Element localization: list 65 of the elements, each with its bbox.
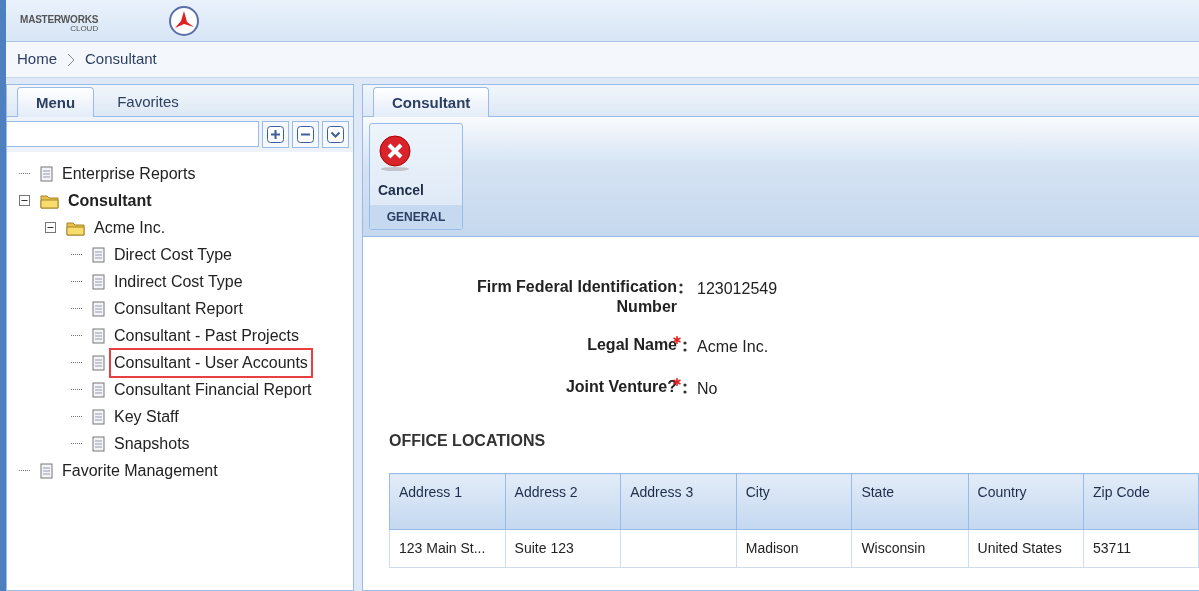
tab[interactable]: Consultant bbox=[373, 86, 490, 117]
document-icon bbox=[40, 462, 53, 479]
tree-item[interactable]: Key Staff bbox=[111, 403, 182, 430]
section-title: OFFICE LOCATIONS bbox=[389, 431, 547, 451]
ribbon-group-label: GENERAL bbox=[370, 205, 462, 229]
colon-icon bbox=[679, 281, 683, 294]
document-icon bbox=[92, 273, 105, 290]
document-icon bbox=[92, 354, 105, 371]
expand-all-button[interactable] bbox=[262, 121, 289, 148]
table-cell: Wisconsin bbox=[861, 540, 926, 556]
collapse-all-button[interactable] bbox=[292, 121, 319, 148]
document-icon bbox=[40, 165, 53, 182]
tree-item[interactable]: Consultant Report bbox=[111, 295, 246, 322]
column-header[interactable]: Address 3 bbox=[620, 473, 737, 530]
dropdown-button[interactable] bbox=[322, 121, 349, 148]
field-value: No bbox=[697, 379, 719, 399]
column-header[interactable]: Address 1 bbox=[389, 473, 506, 530]
table-cell: 123 Main St... bbox=[399, 540, 486, 556]
colon-icon bbox=[683, 339, 687, 352]
tree-item[interactable]: Consultant - Past Projects bbox=[111, 322, 302, 349]
collapse-icon[interactable] bbox=[19, 195, 30, 206]
field-label: Firm Federal Identification Number bbox=[475, 277, 677, 317]
tree-item[interactable]: Consultant Financial Report bbox=[111, 376, 315, 403]
tree-item[interactable]: Consultant - User Accounts bbox=[111, 349, 311, 376]
document-icon bbox=[92, 408, 105, 425]
tree-item[interactable]: Consultant bbox=[65, 187, 155, 214]
tree-item[interactable]: Acme Inc. bbox=[91, 214, 169, 241]
document-icon bbox=[92, 300, 105, 317]
colon-icon bbox=[683, 381, 687, 394]
tab[interactable]: Menu bbox=[17, 86, 95, 117]
field-value: Acme Inc. bbox=[697, 337, 770, 357]
table-cell: 53711 bbox=[1093, 540, 1131, 556]
table-cell: United States bbox=[977, 540, 1062, 556]
breadcrumb-current: Consultant bbox=[85, 49, 157, 70]
tree-item[interactable]: Enterprise Reports bbox=[59, 160, 199, 187]
column-header[interactable]: City bbox=[736, 473, 852, 530]
chevron-icon bbox=[67, 52, 75, 67]
field-label: Joint Venture? bbox=[564, 377, 677, 397]
collapse-icon[interactable] bbox=[45, 222, 56, 233]
folder-icon bbox=[66, 219, 85, 236]
folder-icon bbox=[40, 192, 59, 209]
tree-item[interactable]: Snapshots bbox=[111, 430, 193, 457]
cancel-button[interactable]: Cancel bbox=[370, 124, 462, 205]
breadcrumb-link[interactable]: Home bbox=[17, 48, 57, 71]
tree-item[interactable]: Favorite Management bbox=[59, 457, 221, 484]
tree-item[interactable]: Indirect Cost Type bbox=[111, 268, 246, 295]
seal-icon bbox=[168, 4, 201, 37]
cancel-icon bbox=[378, 134, 412, 172]
field-value: 123012549 bbox=[697, 279, 779, 299]
document-icon bbox=[92, 435, 105, 452]
logo-wordmark: MASTERWORKS bbox=[20, 14, 99, 25]
tree-item[interactable]: Direct Cost Type bbox=[111, 241, 235, 268]
column-header[interactable]: State bbox=[851, 473, 969, 530]
column-header[interactable]: Address 2 bbox=[505, 473, 621, 530]
field-label: Legal Name bbox=[586, 335, 677, 355]
column-header[interactable]: Zip Code bbox=[1083, 473, 1199, 530]
document-icon bbox=[92, 246, 105, 263]
logo-subtitle: CLOUD bbox=[70, 24, 99, 33]
document-icon bbox=[92, 381, 105, 398]
tab[interactable]: Favorites bbox=[98, 85, 198, 116]
column-header[interactable]: Country bbox=[968, 473, 1084, 530]
search-field[interactable] bbox=[7, 121, 259, 147]
table-cell: Madison bbox=[745, 540, 799, 556]
table-cell: Suite 123 bbox=[514, 540, 574, 556]
document-icon bbox=[92, 327, 105, 344]
